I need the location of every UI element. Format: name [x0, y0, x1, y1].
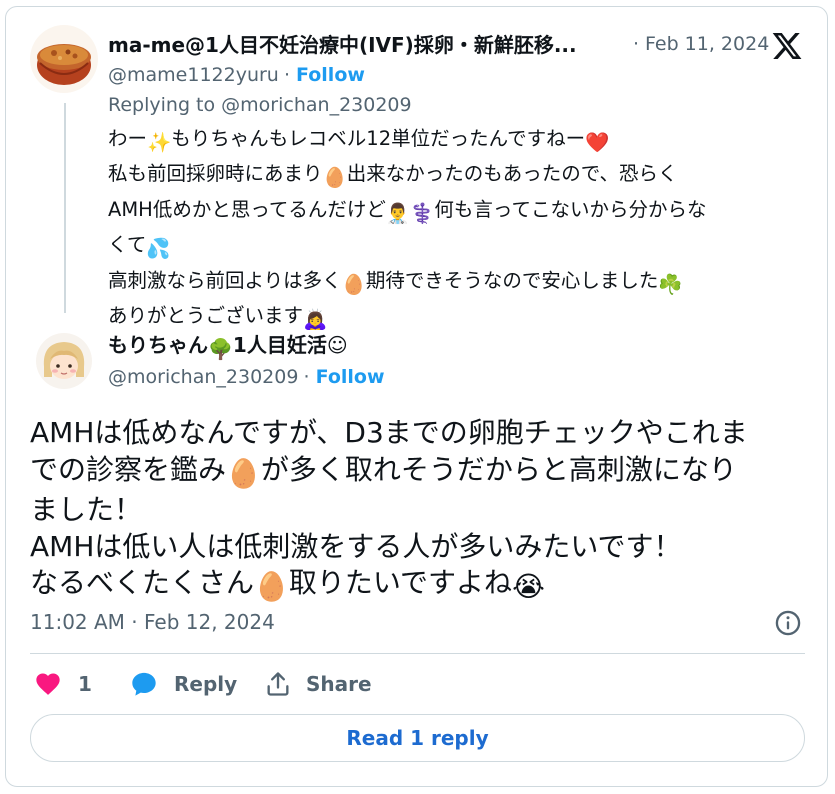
read-replies-button[interactable]: Read 1 reply: [30, 714, 805, 762]
reply-date[interactable]: Feb 11, 2024: [645, 33, 769, 56]
reply-text-line: わー✨もりちゃんもレコベル12単位だったんですねー❤️: [108, 123, 808, 158]
share-button[interactable]: Share: [264, 670, 372, 698]
replying-to-handle[interactable]: @morichan_230209: [221, 94, 411, 116]
reply-text-line: 高刺激なら前回よりは多く🥚期待できそうなので安心しました☘️: [108, 265, 808, 300]
thread-connector-line: [64, 103, 66, 313]
sparkles-emoji-icon: ✨: [147, 131, 172, 154]
text-segment: AMHは低い人は低刺激をする人が多いみたいです！: [30, 529, 682, 563]
doctor-emoji-icon: 👨‍⚕️: [385, 201, 411, 225]
avatar-morichan[interactable]: [36, 333, 92, 389]
info-icon[interactable]: [774, 609, 802, 637]
text-segment: なるべくたくさん: [30, 566, 255, 599]
reply-tweet-text: わー✨もりちゃんもレコベル12単位だったんですねー❤️ 私も前回採卵時にあまり🥚…: [108, 123, 808, 335]
reply-button[interactable]: Reply: [130, 670, 237, 698]
reply-text-line: AMH低めかと思ってるんだけど👨‍⚕️⚕️何も言ってこないから分からな: [108, 194, 808, 229]
reply-bubble-icon: [132, 672, 156, 696]
reply-label: Reply: [174, 672, 238, 696]
text-segment: ました！: [30, 493, 143, 526]
actions-divider: [30, 653, 805, 654]
girl-illustration-avatar-image: [36, 333, 92, 389]
rice-bowl-avatar-image: [30, 25, 98, 93]
x-logo-icon[interactable]: [770, 30, 804, 62]
main-author-name: もりちゃん: [108, 333, 208, 357]
follow-button-main-author[interactable]: Follow: [316, 366, 385, 388]
medical-symbol-emoji-icon: ⚕️: [410, 201, 435, 225]
replying-to-row: Replying to @morichan_230209: [108, 94, 412, 117]
main-tweet-text: AMHは低めなんですが、D3までの卵胞チェックやこれま での診察を鑑み🥚が多く取…: [30, 415, 820, 606]
share-icon: [267, 672, 289, 696]
text-segment: AMH低めかと思ってるんだけど: [108, 197, 386, 221]
main-handle-row: @morichan_230209 · Follow: [108, 366, 385, 389]
text-segment: 私も前回採卵時にあまり: [108, 162, 323, 186]
reply-handle[interactable]: @mame1122yuru: [108, 64, 279, 86]
text-segment: 期待できそうなので安心しました: [365, 268, 659, 292]
replying-to-label: Replying to: [108, 94, 216, 116]
crying-face-emoji-icon: 😭: [512, 570, 545, 603]
main-text-line: なるべくたくさん🥚取りたいですよね😭: [30, 565, 820, 606]
red-heart-emoji-icon: ❤️: [585, 131, 610, 154]
reply-text-line: ありがとうございます🙇‍♀️: [108, 300, 808, 335]
text-segment: 出来なかったのもあったので、恐らく: [346, 162, 678, 186]
like-button[interactable]: 1: [34, 670, 92, 698]
separator-dot: ·: [283, 64, 297, 86]
reply-handle-row: @mame1122yuru · Follow: [108, 64, 365, 87]
egg-emoji-icon: 🥚: [322, 166, 347, 190]
tree-emoji-icon: 🌳: [208, 337, 233, 361]
reply-author-name[interactable]: ma-me@1人目不妊治療中(IVF)採卵・新鮮胚移...: [108, 33, 577, 57]
smiley-symbol-icon: ☺: [326, 333, 348, 357]
text-segment: 高刺激なら前回よりは多く: [108, 268, 342, 292]
egg-emoji-icon: 🥚: [254, 570, 289, 603]
main-text-line: AMHは低い人は低刺激をする人が多いみたいです！: [30, 529, 820, 566]
separator-dot: ·: [633, 33, 640, 55]
main-author-name-row[interactable]: もりちゃん🌳1人目妊活☺: [108, 333, 348, 361]
text-segment: わー: [108, 127, 148, 150]
egg-emoji-icon: 🥚: [226, 456, 261, 490]
main-text-line: AMHは低めなんですが、D3までの卵胞チェックやこれま: [30, 415, 820, 452]
share-label: Share: [306, 672, 372, 696]
main-handle[interactable]: @morichan_230209: [108, 366, 298, 388]
tweet-timestamp[interactable]: 11:02 AM · Feb 12, 2024: [30, 610, 275, 634]
text-segment: が多く取れそうだからと高刺激になり: [260, 452, 737, 486]
follow-button-reply-author[interactable]: Follow: [296, 64, 365, 86]
text-segment: もりちゃんもレコベル12単位だったんですねー: [171, 127, 586, 150]
main-author-name-suffix: 1人目妊活: [232, 333, 327, 357]
reply-text-line: くて💦: [108, 229, 808, 264]
text-segment: ありがとうございます: [108, 304, 304, 328]
text-segment: くて: [108, 233, 147, 257]
main-text-line: での診察を鑑み🥚が多く取れそうだからと高刺激になり: [30, 452, 820, 493]
text-segment: AMHは低めなんですが、D3までの卵胞チェックやこれま: [30, 416, 748, 449]
text-segment: 取りたいですよね: [288, 566, 513, 599]
avatar-ma-me[interactable]: [30, 25, 98, 93]
egg-emoji-icon: 🥚: [341, 272, 366, 296]
heart-icon: [36, 673, 60, 695]
bowing-woman-emoji-icon: 🙇‍♀️: [303, 308, 328, 332]
separator-dot: ·: [303, 366, 316, 388]
sweat-droplets-emoji-icon: 💦: [146, 237, 171, 261]
reply-text-line: 私も前回採卵時にあまり🥚出来なかったのもあったので、恐らく: [108, 158, 808, 193]
main-text-line: ました！: [30, 492, 820, 529]
text-segment: での診察を鑑み: [30, 452, 227, 486]
text-segment: 何も言ってこないから分からな: [434, 197, 707, 221]
like-count: 1: [78, 672, 92, 696]
shamrock-emoji-icon: ☘️: [658, 272, 683, 296]
